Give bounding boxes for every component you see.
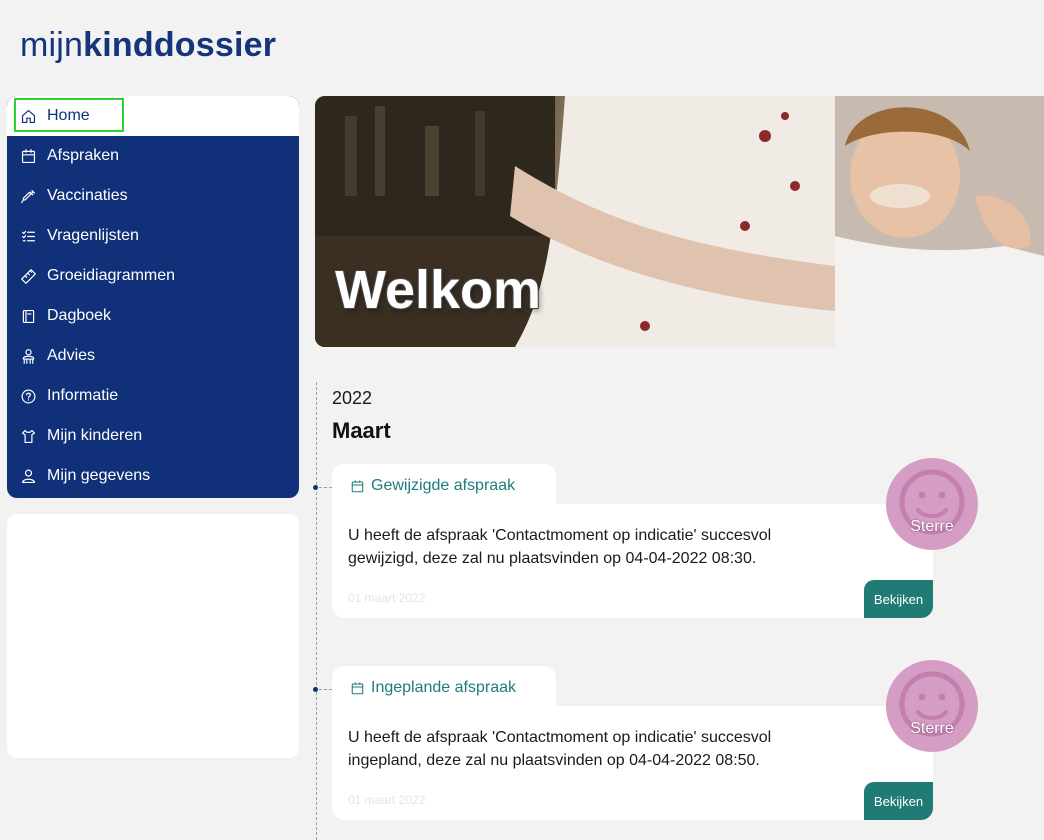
sidebar-item-label: Vaccinaties — [47, 187, 128, 204]
timeline-year: 2022 — [332, 388, 373, 408]
entry-text: U heeft de afspraak 'Contactmoment op in… — [348, 527, 772, 567]
brand-logo-part1: mijn — [20, 26, 84, 64]
sidebar-nav: Home Afspraken Vaccinaties Vragenlijsten… — [7, 96, 299, 498]
sidebar-item-label: Mijn gegevens — [47, 467, 151, 484]
user-icon — [19, 467, 37, 485]
sidebar-item-vaccinaties[interactable]: Vaccinaties — [7, 176, 299, 216]
sidebar-item-groeidiagrammen[interactable]: Groeidiagrammen — [7, 256, 299, 296]
brand-logo-part2: kinddossier — [83, 26, 277, 64]
ruler-icon — [19, 267, 37, 285]
sidebar-item-label: Groeidiagrammen — [47, 267, 176, 284]
timeline-line — [316, 382, 317, 840]
sidebar-item-label: Advies — [47, 347, 96, 364]
home-icon — [19, 107, 37, 125]
sidebar-item-vragenlijsten[interactable]: Vragenlijsten — [7, 216, 299, 256]
hero-title: Welkom — [335, 260, 542, 320]
brand-logo[interactable]: mijnkinddossier — [20, 26, 276, 65]
child-icon — [19, 427, 37, 445]
timeline-connector — [319, 689, 332, 690]
timeline-dot — [313, 485, 318, 490]
timeline-dot — [313, 687, 318, 692]
sidebar-panel — [7, 514, 299, 758]
question-icon — [19, 387, 37, 405]
entry-card: U heeft de afspraak 'Contactmoment op in… — [332, 706, 933, 820]
sidebar-item-label: Afspraken — [47, 147, 120, 164]
sidebar-item-mijn-kinderen[interactable]: Mijn kinderen — [7, 416, 299, 456]
timeline-connector — [319, 487, 332, 488]
calendar-icon — [351, 682, 364, 694]
entry-type-tab: Gewijzigde afspraak — [332, 464, 556, 508]
entry-card: U heeft de afspraak 'Contactmoment op in… — [332, 504, 933, 618]
sidebar-item-label: Dagboek — [47, 307, 112, 324]
child-avatar[interactable]: Sterre — [886, 458, 978, 550]
entry-text: U heeft de afspraak 'Contactmoment op in… — [348, 729, 772, 769]
smiley-icon — [899, 469, 965, 535]
child-name: Sterre — [910, 720, 954, 737]
sidebar-item-advies[interactable]: Advies — [7, 336, 299, 376]
entry-type-label: Ingeplande afspraak — [371, 679, 516, 696]
hero-banner: Welkom — [315, 96, 1044, 347]
smiley-icon — [899, 671, 965, 737]
sidebar-item-label: Vragenlijsten — [47, 227, 139, 244]
child-avatar[interactable]: Sterre — [886, 660, 978, 752]
advice-icon — [19, 347, 37, 365]
entry-type-tab: Ingeplande afspraak — [332, 666, 556, 710]
sidebar-item-label: Home — [47, 107, 90, 124]
book-icon — [19, 307, 37, 325]
sidebar-item-afspraken[interactable]: Afspraken — [7, 136, 299, 176]
sidebar-item-informatie[interactable]: Informatie — [7, 376, 299, 416]
entry-type-label: Gewijzigde afspraak — [371, 477, 516, 494]
child-name: Sterre — [910, 518, 954, 535]
sidebar-item-home[interactable]: Home — [7, 96, 299, 136]
bekijken-button[interactable]: Bekijken — [864, 580, 933, 618]
checklist-icon — [19, 227, 37, 245]
sidebar-item-mijn-gegevens[interactable]: Mijn gegevens — [7, 456, 299, 496]
sidebar-item-label: Informatie — [47, 387, 119, 404]
bekijken-button[interactable]: Bekijken — [864, 782, 933, 820]
calendar-icon — [351, 480, 364, 492]
timeline-month: Maart — [332, 418, 391, 443]
syringe-icon — [19, 187, 37, 205]
sidebar-item-label: Mijn kinderen — [47, 427, 143, 444]
calendar-icon — [19, 147, 37, 165]
entry-date: 01 maart 2022 — [348, 591, 426, 605]
sidebar-item-dagboek[interactable]: Dagboek — [7, 296, 299, 336]
entry-date: 01 maart 2022 — [348, 793, 426, 807]
